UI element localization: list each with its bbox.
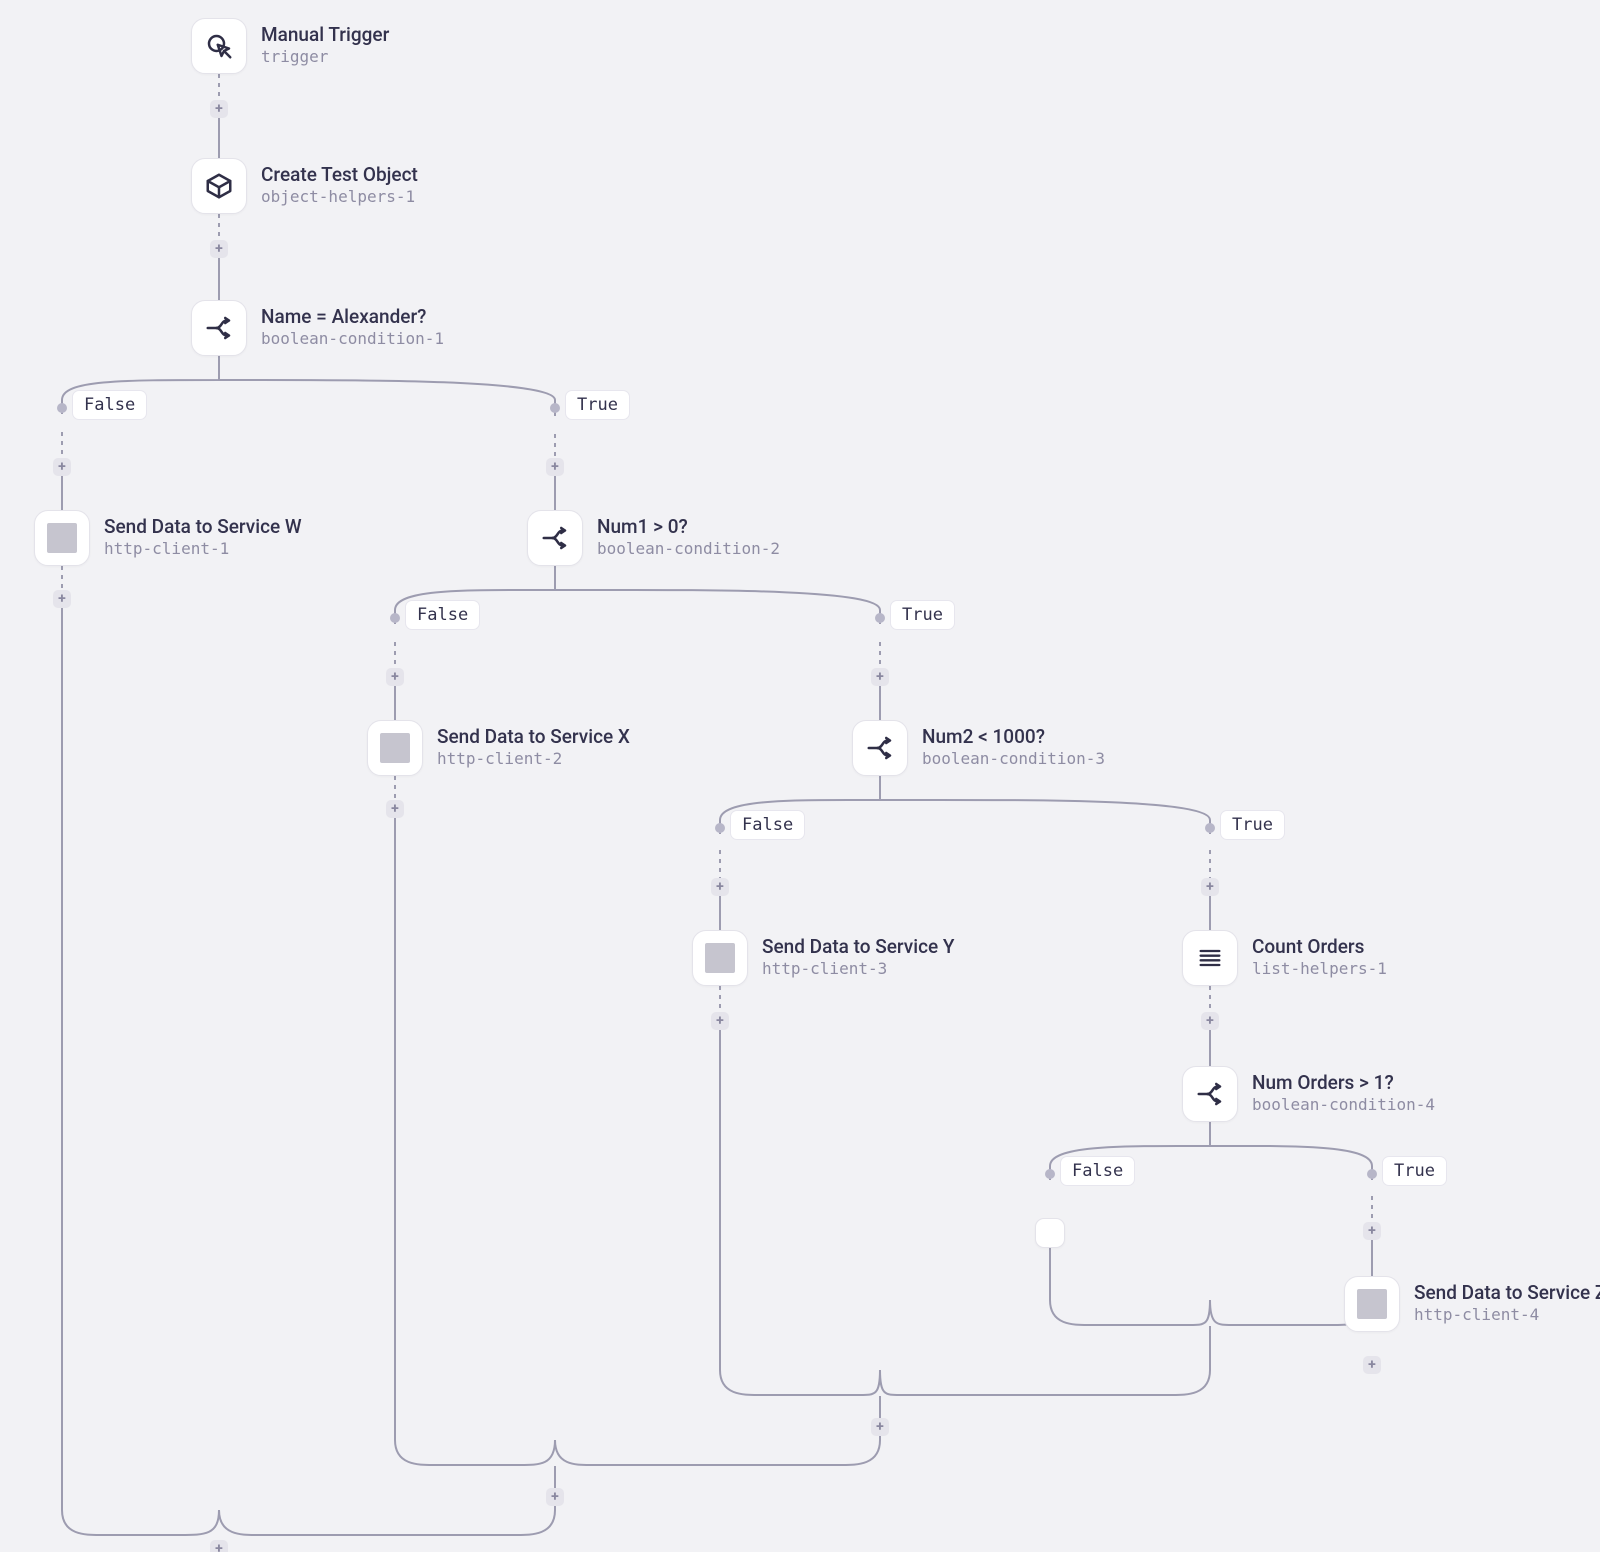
branch-label-false: False — [1060, 1156, 1135, 1186]
add-step-button[interactable] — [711, 878, 729, 896]
branch-label-false: False — [405, 600, 480, 630]
node-title: Name = Alexander? — [261, 306, 444, 329]
node-manual-trigger[interactable]: Manual Trigger trigger — [191, 18, 389, 74]
node-empty[interactable] — [1035, 1218, 1065, 1248]
add-step-button[interactable] — [711, 1012, 729, 1030]
http-icon — [367, 720, 423, 776]
port — [390, 613, 400, 623]
node-sub: http-client-3 — [762, 959, 955, 980]
node-title: Send Data to Service Y — [762, 936, 955, 959]
add-step-button[interactable] — [546, 458, 564, 476]
node-sub: object-helpers-1 — [261, 187, 418, 208]
add-step-button[interactable] — [53, 590, 71, 608]
add-step-button[interactable] — [1363, 1222, 1381, 1240]
workflow-canvas[interactable]: False True False True False True False T… — [0, 0, 1600, 1552]
port — [57, 403, 67, 413]
cube-icon — [191, 158, 247, 214]
branch-icon — [527, 510, 583, 566]
port — [1205, 823, 1215, 833]
node-send-service-z[interactable]: Send Data to Service Z http-client-4 — [1344, 1276, 1600, 1332]
branch-label-true: True — [890, 600, 955, 630]
add-step-button[interactable] — [386, 800, 404, 818]
node-sub: boolean-condition-3 — [922, 749, 1105, 770]
add-step-button[interactable] — [210, 1540, 228, 1552]
add-step-button[interactable] — [871, 1418, 889, 1436]
node-sub: http-client-1 — [104, 539, 302, 560]
add-step-button[interactable] — [1201, 1012, 1219, 1030]
branch-label-true: True — [565, 390, 630, 420]
list-icon — [1182, 930, 1238, 986]
node-condition-num2[interactable]: Num2 < 1000? boolean-condition-3 — [852, 720, 1105, 776]
node-sub: boolean-condition-1 — [261, 329, 444, 350]
node-send-service-w[interactable]: Send Data to Service W http-client-1 — [34, 510, 302, 566]
node-sub: trigger — [261, 47, 389, 68]
http-icon — [34, 510, 90, 566]
node-title: Num1 > 0? — [597, 516, 780, 539]
http-icon — [692, 930, 748, 986]
branch-label-false: False — [730, 810, 805, 840]
branch-icon — [191, 300, 247, 356]
port — [1367, 1169, 1377, 1179]
node-sub: http-client-4 — [1414, 1305, 1600, 1326]
node-count-orders[interactable]: Count Orders list-helpers-1 — [1182, 930, 1387, 986]
node-condition-num1[interactable]: Num1 > 0? boolean-condition-2 — [527, 510, 780, 566]
node-title: Num2 < 1000? — [922, 726, 1105, 749]
branch-icon — [1182, 1066, 1238, 1122]
add-step-button[interactable] — [210, 100, 228, 118]
add-step-button[interactable] — [1363, 1356, 1381, 1374]
node-title: Num Orders > 1? — [1252, 1072, 1435, 1095]
add-step-button[interactable] — [1201, 878, 1219, 896]
port — [715, 823, 725, 833]
node-sub: boolean-condition-4 — [1252, 1095, 1435, 1116]
node-send-service-x[interactable]: Send Data to Service X http-client-2 — [367, 720, 630, 776]
branch-label-false: False — [72, 390, 147, 420]
node-sub: boolean-condition-2 — [597, 539, 780, 560]
node-title: Send Data to Service X — [437, 726, 630, 749]
add-step-button[interactable] — [386, 668, 404, 686]
node-condition-num-orders[interactable]: Num Orders > 1? boolean-condition-4 — [1182, 1066, 1435, 1122]
node-title: Send Data to Service W — [104, 516, 302, 539]
node-title: Send Data to Service Z — [1414, 1282, 1600, 1305]
node-title: Count Orders — [1252, 936, 1387, 959]
cursor-click-icon — [191, 18, 247, 74]
empty-node-icon — [1035, 1218, 1065, 1248]
branch-label-true: True — [1220, 810, 1285, 840]
add-step-button[interactable] — [871, 668, 889, 686]
add-step-button[interactable] — [53, 458, 71, 476]
node-sub: http-client-2 — [437, 749, 630, 770]
node-title: Manual Trigger — [261, 24, 389, 47]
node-sub: list-helpers-1 — [1252, 959, 1387, 980]
http-icon — [1344, 1276, 1400, 1332]
branch-icon — [852, 720, 908, 776]
port — [550, 403, 560, 413]
branch-label-true: True — [1382, 1156, 1447, 1186]
port — [875, 613, 885, 623]
add-step-button[interactable] — [210, 240, 228, 258]
node-create-test-object[interactable]: Create Test Object object-helpers-1 — [191, 158, 418, 214]
node-title: Create Test Object — [261, 164, 418, 187]
node-send-service-y[interactable]: Send Data to Service Y http-client-3 — [692, 930, 955, 986]
port — [1045, 1169, 1055, 1179]
add-step-button[interactable] — [546, 1488, 564, 1506]
node-condition-name[interactable]: Name = Alexander? boolean-condition-1 — [191, 300, 444, 356]
